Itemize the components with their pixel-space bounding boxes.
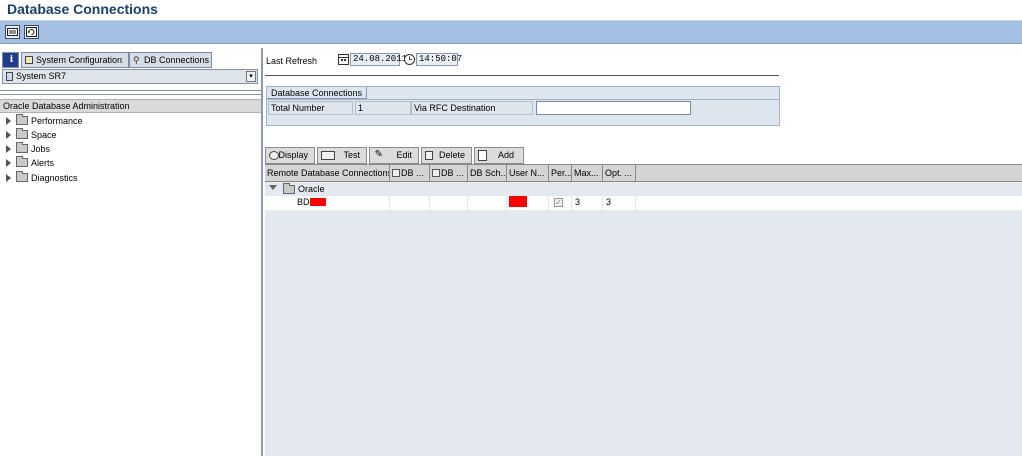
group-label: Oracle [298, 184, 325, 194]
display-button[interactable]: Display [265, 147, 315, 164]
system-selector-value: System SR7 [16, 71, 67, 81]
column-header[interactable]: DB ... [390, 165, 430, 182]
trash-icon [425, 151, 433, 160]
tree-item-jobs[interactable]: Jobs [6, 142, 51, 155]
tree-item-performance[interactable]: Performance [6, 114, 83, 127]
display-button-label: Display [278, 150, 308, 160]
group-row[interactable]: Oracle [265, 182, 1022, 196]
table-cell [390, 196, 430, 210]
database-icon [392, 169, 400, 177]
page-title: Database Connections [7, 1, 158, 17]
table-icon [432, 169, 440, 177]
test-icon [321, 151, 335, 160]
tab-label: System Configuration [36, 55, 123, 65]
display-icon[interactable] [5, 25, 20, 39]
folder-icon [16, 156, 28, 167]
divider [0, 90, 261, 91]
edit-button-label: Edit [396, 150, 412, 160]
connections-summary-group: Database Connections Total Number 1 Via … [266, 86, 780, 126]
redaction-mark [309, 198, 326, 206]
expand-icon[interactable] [6, 159, 11, 167]
folder-icon [16, 171, 28, 182]
add-button[interactable]: Add [474, 147, 524, 164]
system-selector[interactable]: System SR7 ▾ [2, 69, 258, 84]
delete-button[interactable]: Delete [421, 147, 472, 164]
chevron-down-icon[interactable]: ▾ [246, 71, 256, 82]
persistent-checkbox: ✓ [554, 198, 563, 207]
test-button[interactable]: Test [317, 147, 367, 164]
opt-connections-cell: 3 [603, 196, 636, 210]
column-header[interactable]: Remote Database Connections [265, 165, 390, 182]
folder-icon [283, 183, 295, 194]
tree-item-label: Diagnostics [31, 173, 78, 183]
user-name-cell [507, 196, 549, 210]
glasses-icon [269, 151, 279, 160]
refresh-icon[interactable] [24, 25, 39, 39]
test-button-label: Test [343, 150, 360, 160]
title-bar: Database Connections [0, 0, 1022, 20]
tree-item-label: Performance [31, 116, 83, 126]
tree-item-diagnostics[interactable]: Diagnostics [6, 171, 78, 184]
rfc-destination-label: Via RFC Destination [411, 101, 533, 115]
column-header[interactable]: Max... [572, 165, 603, 182]
tree-item-label: Jobs [31, 144, 51, 154]
folder-icon [16, 128, 28, 139]
expand-icon[interactable] [6, 131, 11, 139]
tree-item-label: Space [31, 130, 57, 140]
column-header[interactable]: DB Sch... [468, 165, 507, 182]
tab-system-configuration[interactable]: System Configuration [21, 52, 129, 68]
connections-grid: Remote Database Connections DB ... DB ..… [265, 164, 1022, 456]
rfc-destination-field[interactable] [536, 101, 691, 115]
navigation-pane: i System Configuration ⚲ DB Connections … [0, 48, 263, 456]
group-title: Database Connections [267, 87, 368, 99]
total-number-label: Total Number [268, 101, 353, 115]
column-header[interactable]: DB ... [430, 165, 468, 182]
edit-button[interactable]: ✎ Edit [369, 147, 419, 164]
expand-icon[interactable] [6, 117, 11, 125]
connection-name-cell: BD [265, 196, 390, 210]
column-header[interactable]: Opt. ... [603, 165, 636, 182]
grid-header: Remote Database Connections DB ... DB ..… [265, 165, 1022, 182]
divider [0, 94, 261, 95]
pencil-icon: ✎ [374, 149, 383, 160]
new-document-icon [478, 150, 487, 161]
redaction-mark [509, 196, 527, 207]
column-header[interactable]: User N... [507, 165, 549, 182]
collapse-icon[interactable] [269, 185, 277, 190]
tree-item-label: Alerts [31, 158, 55, 168]
max-connections-cell: 3 [572, 196, 603, 210]
table-row[interactable]: BD ✓ 3 3 [265, 196, 1022, 210]
expand-icon[interactable] [6, 174, 11, 182]
tab-db-connections[interactable]: ⚲ DB Connections [129, 52, 212, 68]
info-icon[interactable]: i [2, 52, 19, 68]
table-cell [468, 196, 507, 210]
application-toolbar [0, 20, 1022, 44]
system-icon [6, 72, 13, 81]
divider [265, 75, 779, 76]
add-button-label: Add [497, 150, 514, 160]
folder-icon [16, 114, 28, 125]
tree-header: Oracle Database Administration [0, 99, 261, 113]
link-icon: ⚲ [133, 55, 140, 65]
last-refresh-label: Last Refresh [266, 56, 318, 66]
config-icon [25, 56, 33, 64]
delete-button-label: Delete [438, 150, 465, 160]
main-content: Last Refresh 24.08.2011 14:50:07 Databas… [265, 48, 1022, 456]
total-number-value: 1 [355, 101, 411, 115]
last-refresh-time: 14:50:07 [416, 53, 462, 66]
calendar-icon [338, 54, 349, 65]
tab-label: DB Connections [144, 55, 210, 65]
tree-item-alerts[interactable]: Alerts [6, 156, 55, 169]
column-header[interactable]: Per... [549, 165, 572, 182]
divider [267, 99, 779, 100]
last-refresh-date: 24.08.2011 [350, 53, 407, 66]
clock-icon [404, 54, 415, 65]
tree-item-space[interactable]: Space [6, 128, 57, 141]
expand-icon[interactable] [6, 145, 11, 153]
folder-icon [16, 142, 28, 153]
table-cell [430, 196, 468, 210]
persistent-cell: ✓ [549, 196, 572, 210]
